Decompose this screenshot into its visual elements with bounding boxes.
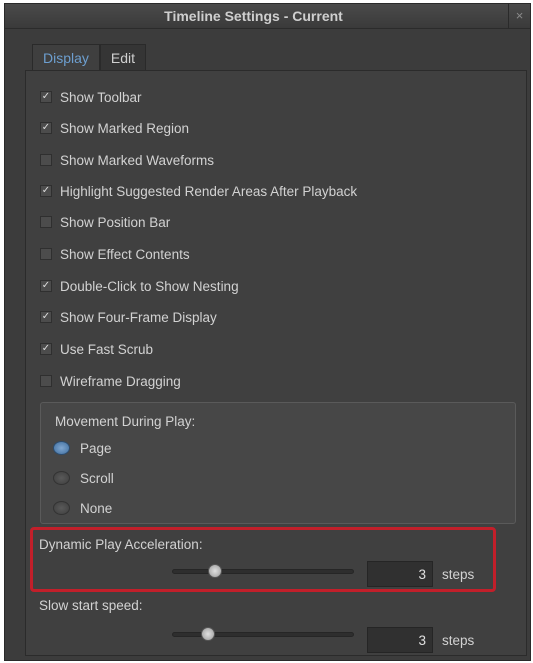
show-marked-waveforms-option[interactable]: Show Marked Waveforms (40, 150, 214, 170)
slider-thumb[interactable] (201, 627, 216, 641)
wireframe-dragging-label: Wireframe Dragging (60, 373, 181, 389)
movement-option-label: Scroll (80, 470, 114, 486)
checkbox[interactable]: ✓ (40, 91, 52, 103)
highlight-render-areas-option[interactable]: ✓ Highlight Suggested Render Areas After… (40, 181, 357, 201)
wireframe-dragging-option[interactable]: Wireframe Dragging (40, 371, 181, 391)
show-position-bar-option[interactable]: Show Position Bar (40, 212, 170, 232)
show-position-bar-label: Show Position Bar (60, 214, 171, 230)
dynamic-play-units: steps (442, 567, 475, 582)
display-panel: ✓ Show Toolbar ✓ Show Marked Region Show… (25, 70, 527, 656)
movement-option-none[interactable]: None (53, 498, 112, 518)
window-title: Timeline Settings - Current (164, 8, 343, 24)
checkbox[interactable] (40, 154, 52, 166)
show-marked-region-option[interactable]: ✓ Show Marked Region (40, 118, 189, 138)
tab-bar: Display Edit (32, 44, 147, 70)
checkbox[interactable]: ✓ (40, 343, 52, 355)
dynamic-play-slider[interactable] (172, 564, 354, 578)
double-click-nesting-option[interactable]: ✓ Double-Click to Show Nesting (40, 276, 239, 296)
radio-button[interactable] (53, 471, 70, 485)
checkbox[interactable]: ✓ (40, 122, 52, 134)
show-marked-region-label: Show Marked Region (60, 120, 190, 136)
show-effect-contents-option[interactable]: Show Effect Contents (40, 244, 190, 264)
four-frame-display-label: Show Four-Frame Display (60, 309, 217, 325)
movement-option-label: Page (80, 440, 112, 456)
checkbox[interactable]: ✓ (40, 311, 52, 323)
show-toolbar-option[interactable]: ✓ Show Toolbar (40, 87, 142, 107)
slow-start-units: steps (442, 633, 475, 648)
tab-display[interactable]: Display (32, 44, 100, 70)
movement-option-label: None (80, 500, 113, 516)
fast-scrub-label: Use Fast Scrub (60, 341, 154, 357)
dynamic-play-value-field[interactable]: 3 (367, 561, 433, 587)
timeline-settings-window: Timeline Settings - Current × Display Ed… (4, 3, 531, 661)
checkbox[interactable] (40, 375, 52, 387)
show-toolbar-label: Show Toolbar (60, 89, 142, 105)
fast-scrub-option[interactable]: ✓ Use Fast Scrub (40, 339, 153, 359)
slow-start-value-field[interactable]: 3 (367, 627, 433, 653)
movement-group-title: Movement During Play: (55, 414, 196, 429)
slow-start-slider[interactable] (172, 627, 354, 641)
checkbox[interactable] (40, 216, 52, 228)
movement-option-scroll[interactable]: Scroll (53, 468, 114, 488)
slow-start-label: Slow start speed: (39, 598, 143, 613)
title-bar[interactable]: Timeline Settings - Current × (5, 4, 530, 29)
movement-during-play-group: Movement During Play: Page Scroll None (40, 402, 516, 524)
checkbox[interactable]: ✓ (40, 185, 52, 197)
movement-option-page[interactable]: Page (53, 438, 112, 458)
four-frame-display-option[interactable]: ✓ Show Four-Frame Display (40, 307, 217, 327)
checkbox[interactable] (40, 248, 52, 260)
highlight-render-areas-label: Highlight Suggested Render Areas After P… (60, 183, 358, 199)
show-marked-waveforms-label: Show Marked Waveforms (60, 152, 215, 168)
dynamic-play-label: Dynamic Play Acceleration: (39, 537, 203, 552)
slider-thumb[interactable] (207, 564, 222, 578)
tab-edit[interactable]: Edit (99, 44, 147, 70)
radio-button[interactable] (53, 441, 70, 455)
close-icon[interactable]: × (508, 4, 530, 29)
double-click-nesting-label: Double-Click to Show Nesting (60, 278, 239, 294)
checkbox[interactable]: ✓ (40, 280, 52, 292)
show-effect-contents-label: Show Effect Contents (60, 246, 190, 262)
radio-button[interactable] (53, 501, 70, 515)
